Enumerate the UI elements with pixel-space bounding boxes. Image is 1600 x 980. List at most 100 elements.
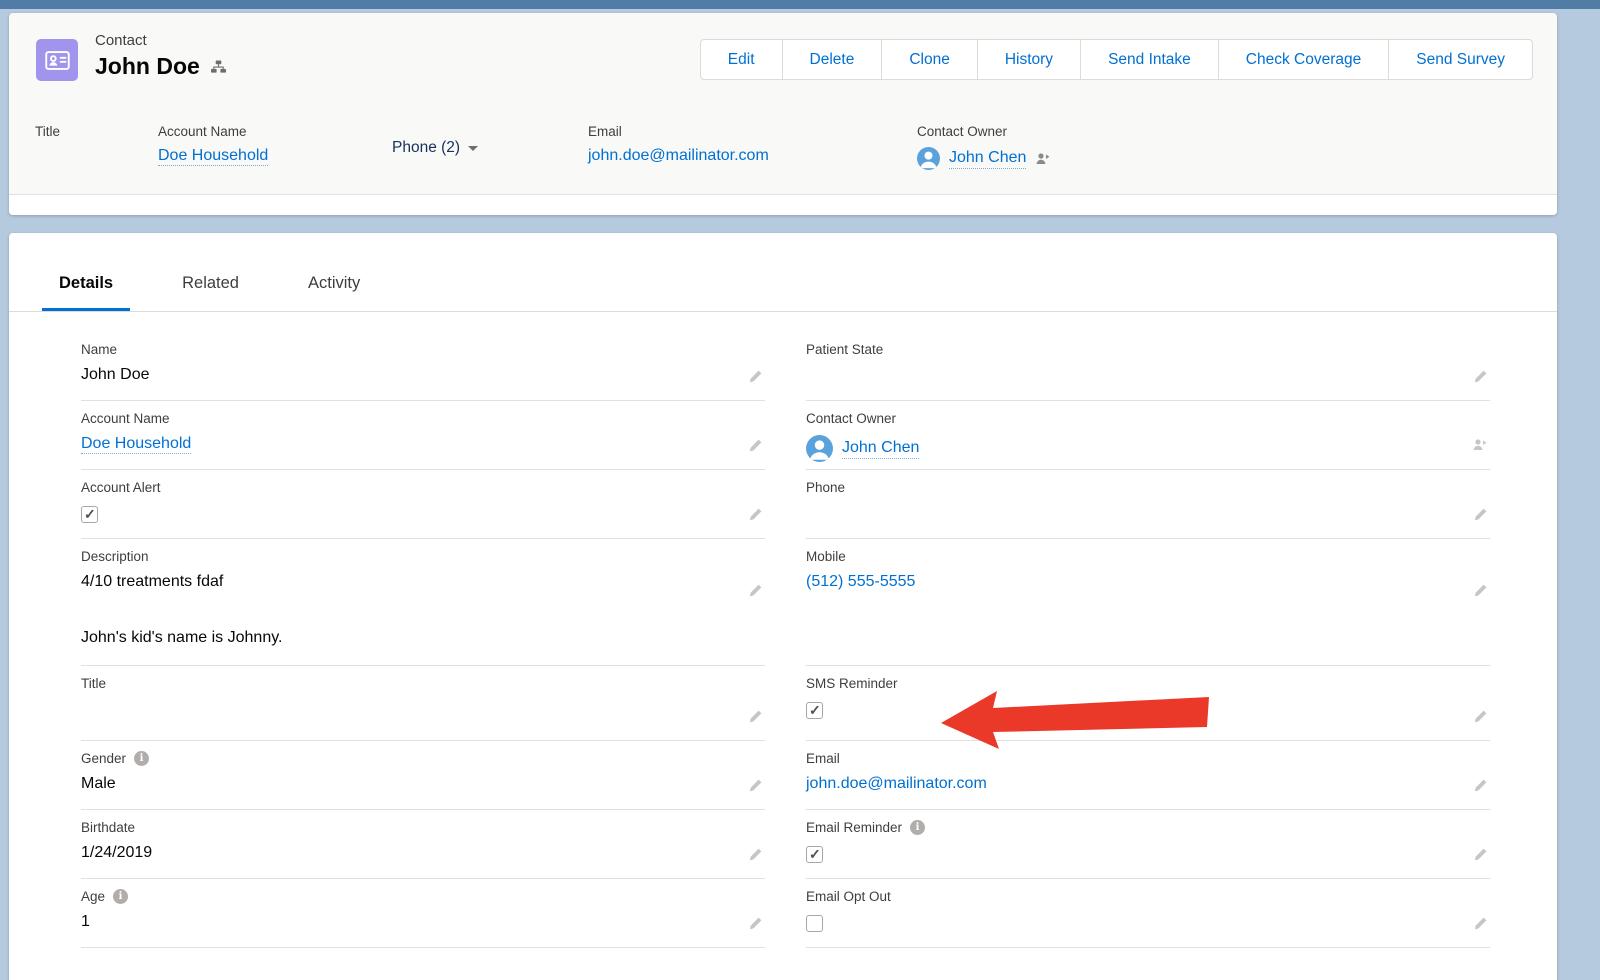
edit-description-icon[interactable] bbox=[748, 583, 763, 598]
age-info-icon[interactable] bbox=[113, 889, 129, 904]
edit-account-alert-icon[interactable] bbox=[748, 507, 763, 522]
record-header-card: Contact John Doe Edit Delete Clone Histo… bbox=[9, 13, 1557, 215]
email-opt-out-label: Email Opt Out bbox=[806, 889, 891, 904]
edit-patient-state-icon[interactable] bbox=[1473, 369, 1488, 384]
email-detail-link[interactable]: john.doe@mailinator.com bbox=[806, 775, 987, 792]
change-owner-detail-icon[interactable] bbox=[1472, 437, 1488, 453]
highlight-contact-owner: Contact Owner John Chen bbox=[917, 124, 1051, 170]
mobile-label: Mobile bbox=[806, 549, 846, 564]
patient-state-label: Patient State bbox=[806, 342, 884, 357]
tab-bar: Details Related Activity bbox=[9, 233, 1557, 312]
email-label: Email bbox=[806, 751, 840, 766]
edit-phone-icon[interactable] bbox=[1473, 507, 1488, 522]
hierarchy-icon[interactable] bbox=[210, 59, 226, 74]
edit-email-icon[interactable] bbox=[1473, 778, 1488, 793]
contact-owner-link[interactable]: John Chen bbox=[842, 439, 920, 459]
highlight-owner-label: Contact Owner bbox=[917, 124, 1008, 139]
record-detail-card: Details Related Activity Name John Doe A… bbox=[9, 233, 1557, 980]
field-row-patient-state: Patient State bbox=[806, 332, 1490, 401]
action-button-group: Edit Delete Clone History Send Intake Ch… bbox=[699, 39, 1533, 80]
field-row-title: Title bbox=[81, 666, 765, 741]
edit-sms-reminder-icon[interactable] bbox=[1473, 709, 1488, 724]
contact-object-icon bbox=[36, 39, 78, 81]
email-opt-out-checkbox[interactable] bbox=[806, 915, 823, 932]
birthdate-label: Birthdate bbox=[81, 820, 136, 835]
chevron-down-icon bbox=[468, 145, 479, 151]
edit-name-icon[interactable] bbox=[748, 369, 763, 384]
highlight-title: Title bbox=[35, 124, 158, 170]
edit-birthdate-icon[interactable] bbox=[748, 847, 763, 862]
phone-dropdown-label: Phone (2) bbox=[392, 139, 461, 156]
gender-label: Gender bbox=[81, 751, 127, 766]
field-row-gender: Gender Male bbox=[81, 741, 765, 810]
owner-avatar bbox=[917, 147, 940, 170]
change-owner-icon[interactable] bbox=[1035, 151, 1051, 167]
owner-link[interactable]: John Chen bbox=[949, 149, 1027, 169]
details-left-column: Name John Doe Account Name Doe Household… bbox=[81, 332, 765, 948]
phone-label: Phone bbox=[806, 480, 846, 495]
details-right-column: Patient State Contact Owner John Chen Ph… bbox=[806, 332, 1490, 948]
entity-label: Contact bbox=[95, 32, 147, 49]
account-name-detail-link[interactable]: Doe Household bbox=[81, 435, 192, 454]
clone-button[interactable]: Clone bbox=[881, 39, 978, 80]
field-row-birthdate: Birthdate 1/24/2019 bbox=[81, 810, 765, 879]
edit-gender-icon[interactable] bbox=[748, 778, 763, 793]
email-reminder-label: Email Reminder bbox=[806, 820, 903, 835]
field-row-email-opt-out: Email Opt Out bbox=[806, 879, 1490, 948]
edit-account-name-icon[interactable] bbox=[748, 438, 763, 453]
name-label: Name bbox=[81, 342, 118, 357]
record-name: John Doe bbox=[95, 53, 200, 79]
history-button[interactable]: History bbox=[976, 39, 1082, 80]
highlight-account-label: Account Name bbox=[158, 124, 247, 139]
edit-title-icon[interactable] bbox=[748, 709, 763, 724]
edit-mobile-icon[interactable] bbox=[1473, 583, 1488, 598]
description-label: Description bbox=[81, 549, 149, 564]
send-intake-button[interactable]: Send Intake bbox=[1080, 39, 1219, 80]
field-row-mobile: Mobile (512) 555-5555 bbox=[806, 539, 1490, 666]
top-banner bbox=[0, 0, 1600, 9]
field-row-description: Description 4/10 treatments fdaf John's … bbox=[81, 539, 765, 666]
record-head: Contact John Doe Edit Delete Clone Histo… bbox=[9, 13, 1557, 110]
account-name-link[interactable]: Doe Household bbox=[158, 147, 269, 166]
sms-reminder-label: SMS Reminder bbox=[806, 676, 898, 691]
age-value: 1 bbox=[81, 913, 90, 930]
field-row-age: Age 1 bbox=[81, 879, 765, 948]
description-line-1: 4/10 treatments fdaf bbox=[81, 573, 224, 590]
field-row-name: Name John Doe bbox=[81, 332, 765, 401]
header-bottom-strip bbox=[9, 194, 1557, 215]
contact-owner-label: Contact Owner bbox=[806, 411, 897, 426]
edit-age-icon[interactable] bbox=[748, 916, 763, 931]
highlight-email-label: Email bbox=[588, 124, 622, 139]
title-label: Title bbox=[81, 676, 107, 691]
field-row-account-alert: Account Alert bbox=[81, 470, 765, 539]
tab-activity[interactable]: Activity bbox=[291, 259, 377, 311]
sms-reminder-checkbox[interactable] bbox=[806, 702, 823, 719]
tab-details[interactable]: Details bbox=[42, 259, 131, 311]
field-row-email: Email john.doe@mailinator.com bbox=[806, 741, 1490, 810]
highlight-email: Email john.doe@mailinator.com bbox=[588, 124, 917, 170]
email-link[interactable]: john.doe@mailinator.com bbox=[588, 147, 769, 164]
owner-avatar-detail bbox=[806, 435, 833, 462]
gender-info-icon[interactable] bbox=[134, 751, 150, 766]
tab-related[interactable]: Related bbox=[165, 259, 256, 311]
highlight-title-label: Title bbox=[35, 124, 61, 139]
edit-button[interactable]: Edit bbox=[699, 39, 783, 80]
delete-button[interactable]: Delete bbox=[781, 39, 883, 80]
birthdate-value: 1/24/2019 bbox=[81, 844, 153, 861]
field-row-phone: Phone bbox=[806, 470, 1490, 539]
email-reminder-checkbox[interactable] bbox=[806, 846, 823, 863]
description-line-2: John's kid's name is Johnny. bbox=[81, 629, 283, 646]
details-form: Name John Doe Account Name Doe Household… bbox=[9, 312, 1557, 948]
mobile-link[interactable]: (512) 555-5555 bbox=[806, 573, 915, 590]
check-coverage-button[interactable]: Check Coverage bbox=[1217, 39, 1390, 80]
account-alert-checkbox[interactable] bbox=[81, 506, 98, 523]
edit-email-opt-out-icon[interactable] bbox=[1473, 916, 1488, 931]
field-row-sms-reminder: SMS Reminder bbox=[806, 666, 1490, 741]
name-value: John Doe bbox=[81, 366, 150, 383]
highlight-phone: Phone (2) bbox=[392, 124, 588, 170]
email-reminder-info-icon[interactable] bbox=[910, 820, 926, 835]
gender-value: Male bbox=[81, 775, 116, 792]
phone-dropdown-trigger[interactable]: Phone (2) bbox=[392, 139, 479, 157]
send-survey-button[interactable]: Send Survey bbox=[1388, 39, 1533, 80]
edit-email-reminder-icon[interactable] bbox=[1473, 847, 1488, 862]
